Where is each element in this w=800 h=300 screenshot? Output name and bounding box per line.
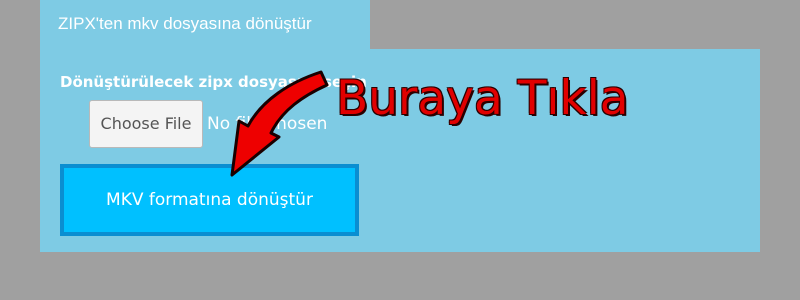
choose-file-button[interactable]: Choose File [89,99,203,148]
tab-title: ZIPX'ten mkv dosyasına dönüştür [58,14,312,33]
convert-button[interactable]: MKV formatına dönüştür [60,164,359,236]
instruction-label: Dönüştürülecek zipx dosyasını seçin [60,73,367,91]
annotation-label: Buraya Tıkla [336,71,629,126]
file-status-text: No file chosen [207,113,328,134]
tab-header: ZIPX'ten mkv dosyasına dönüştür [40,0,370,49]
file-input: Choose File No file chosen [89,99,327,148]
